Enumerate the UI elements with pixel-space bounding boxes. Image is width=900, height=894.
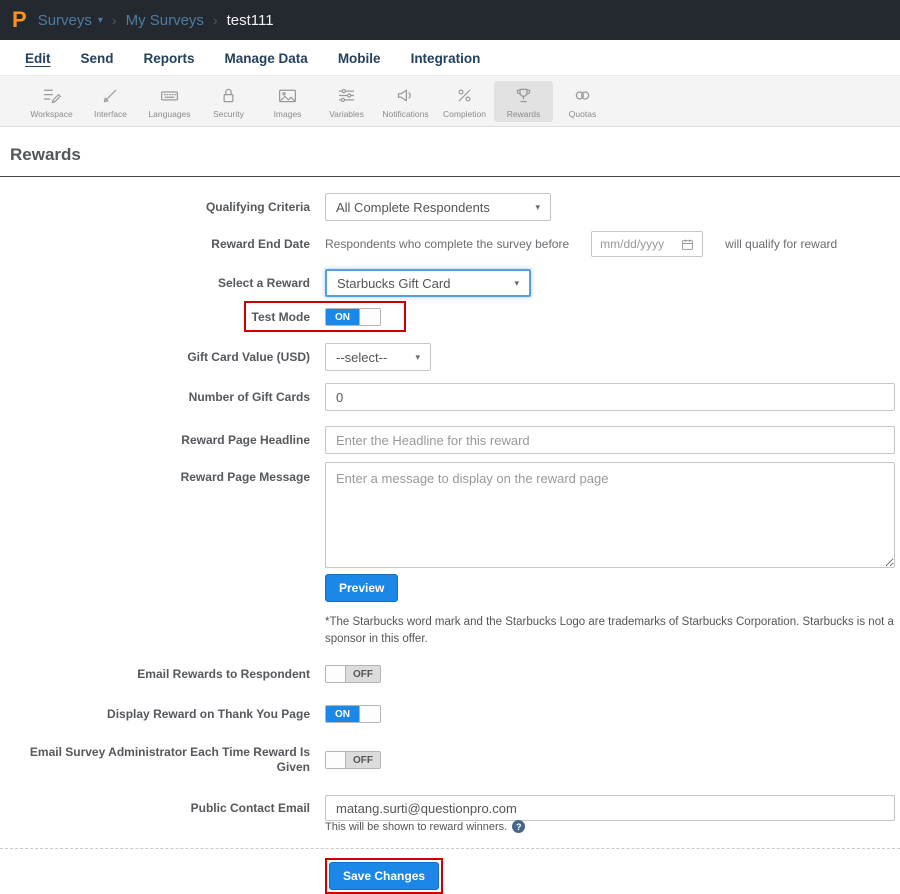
- toggle-knob: [326, 752, 346, 769]
- toolbar-item-label: Interface: [93, 109, 128, 119]
- annotation-box-save-changes: Save Changes: [325, 858, 444, 894]
- test-mode-label: Test Mode: [251, 309, 310, 324]
- test-mode-toggle[interactable]: ON: [325, 308, 381, 326]
- menu-item-mobile[interactable]: Mobile: [338, 51, 381, 66]
- rewards-form: Qualifying Criteria All Complete Respond…: [0, 177, 900, 894]
- menu-item-send[interactable]: Send: [81, 51, 114, 66]
- email-rewards-label: Email Rewards to Respondent: [137, 666, 310, 681]
- toggle-knob: [359, 309, 380, 325]
- toolbar-item-completion[interactable]: Completion: [435, 81, 494, 122]
- completion-icon: [454, 85, 475, 106]
- select-reward-value: Starbucks Gift Card: [337, 275, 451, 291]
- starbucks-disclaimer: *The Starbucks word mark and the Starbuc…: [325, 616, 894, 645]
- public-contact-email-input[interactable]: [325, 795, 895, 822]
- toolbar-item-label: Notifications: [382, 109, 429, 119]
- chevron-down-icon: ▾: [535, 201, 540, 212]
- reward-end-date-input[interactable]: mm/dd/yyyy: [591, 231, 704, 257]
- page-title: Rewards: [10, 145, 81, 164]
- toolbar-item-label: Rewards: [506, 109, 541, 119]
- preview-button[interactable]: Preview: [325, 574, 399, 602]
- reward-end-date-label: Reward End Date: [211, 236, 310, 251]
- toggle-state-label: OFF: [346, 752, 380, 769]
- toolbar-item-images[interactable]: Images: [258, 81, 317, 122]
- toolbar-item-variables[interactable]: Variables: [317, 81, 376, 122]
- public-email-help-text: This will be shown to reward winners.: [325, 820, 508, 833]
- display-reward-toggle[interactable]: ON: [325, 705, 381, 724]
- save-changes-button[interactable]: Save Changes: [329, 862, 440, 891]
- email-admin-label: Email Survey Administrator Each Time Rew…: [29, 745, 310, 775]
- help-icon[interactable]: ?: [512, 820, 526, 834]
- qualifying-criteria-select[interactable]: All Complete Respondents ▾: [325, 193, 551, 221]
- public-contact-email-label: Public Contact Email: [190, 800, 310, 815]
- qualifying-criteria-label: Qualifying Criteria: [205, 199, 310, 214]
- interface-icon: [100, 85, 121, 106]
- menu-item-integration[interactable]: Integration: [411, 51, 481, 66]
- toolbar-item-label: Variables: [329, 109, 364, 119]
- toolbar-item-label: Workspace: [30, 109, 73, 119]
- toolbar-item-rewards[interactable]: Rewards: [494, 81, 553, 122]
- toggle-knob: [359, 706, 380, 723]
- toggle-state-label: ON: [326, 309, 359, 325]
- security-icon: [218, 85, 239, 106]
- languages-icon: [159, 85, 180, 106]
- select-reward-label: Select a Reward: [217, 275, 310, 290]
- reward-end-date-prefix: Respondents who complete the survey befo…: [325, 237, 570, 251]
- quotas-icon: [572, 85, 593, 106]
- gift-card-value-value: --select--: [336, 349, 388, 365]
- toolbar-item-label: Security: [213, 109, 244, 119]
- select-reward-select[interactable]: Starbucks Gift Card ▾: [325, 269, 531, 297]
- workspace-icon: [41, 85, 62, 106]
- topbar: P Surveys ▾ › My Surveys › test111: [0, 0, 900, 40]
- toggle-knob: [326, 666, 346, 683]
- display-reward-label: Display Reward on Thank You Page: [107, 706, 310, 721]
- menu-item-reports[interactable]: Reports: [144, 51, 195, 66]
- images-icon: [277, 85, 298, 106]
- toggle-state-label: OFF: [346, 666, 380, 683]
- email-admin-toggle[interactable]: OFF: [325, 751, 381, 770]
- chevron-separator-icon: ›: [111, 12, 117, 28]
- toolbar-item-label: Images: [273, 109, 302, 119]
- chevron-separator-icon: ›: [212, 12, 218, 28]
- questionpro-logo[interactable]: P: [12, 7, 27, 33]
- toolbar-item-security[interactable]: Security: [199, 81, 258, 122]
- breadcrumb-surveys[interactable]: Surveys: [38, 12, 92, 29]
- email-rewards-toggle[interactable]: OFF: [325, 665, 381, 684]
- chevron-down-icon[interactable]: ▾: [98, 15, 103, 26]
- toggle-state-label: ON: [326, 706, 359, 723]
- reward-end-date-suffix: will qualify for reward: [725, 237, 838, 251]
- reward-end-date-placeholder: mm/dd/yyyy: [600, 237, 665, 251]
- reward-page-message-label: Reward Page Message: [180, 470, 310, 484]
- toolbar-item-workspace[interactable]: Workspace: [22, 81, 81, 122]
- reward-page-headline-label: Reward Page Headline: [181, 432, 310, 447]
- main-menu: Edit Send Reports Manage Data Mobile Int…: [0, 40, 900, 75]
- notifications-icon: [395, 85, 416, 106]
- toolbar-item-label: Completion: [443, 109, 486, 119]
- toolbar-item-quotas[interactable]: Quotas: [553, 81, 612, 122]
- section-divider: [0, 848, 900, 850]
- calendar-icon[interactable]: [681, 238, 694, 251]
- gift-card-value-label: Gift Card Value (USD): [187, 349, 310, 364]
- chevron-down-icon: ▾: [415, 351, 420, 362]
- qualifying-criteria-value: All Complete Respondents: [336, 199, 490, 215]
- number-of-gift-cards-input[interactable]: [325, 383, 895, 411]
- variables-icon: [336, 85, 357, 106]
- toolbar-item-label: Quotas: [568, 109, 597, 119]
- reward-page-message-textarea[interactable]: [325, 462, 895, 568]
- reward-page-headline-input[interactable]: [325, 426, 895, 454]
- chevron-down-icon: ▾: [514, 277, 519, 288]
- breadcrumb-my-surveys[interactable]: My Surveys: [126, 12, 204, 29]
- gift-card-value-select[interactable]: --select-- ▾: [325, 343, 431, 371]
- number-of-gift-cards-label: Number of Gift Cards: [188, 389, 310, 404]
- toolbar-item-label: Languages: [148, 109, 191, 119]
- menu-item-edit[interactable]: Edit: [25, 51, 51, 66]
- edit-toolbar: Workspace Interface Languages Security I…: [0, 75, 900, 127]
- breadcrumb-survey-name: test111: [226, 11, 274, 29]
- toolbar-item-languages[interactable]: Languages: [140, 81, 199, 122]
- rewards-icon: [513, 85, 534, 106]
- menu-item-manage-data[interactable]: Manage Data: [225, 51, 308, 66]
- toolbar-item-interface[interactable]: Interface: [81, 81, 140, 122]
- toolbar-item-notifications[interactable]: Notifications: [376, 81, 435, 122]
